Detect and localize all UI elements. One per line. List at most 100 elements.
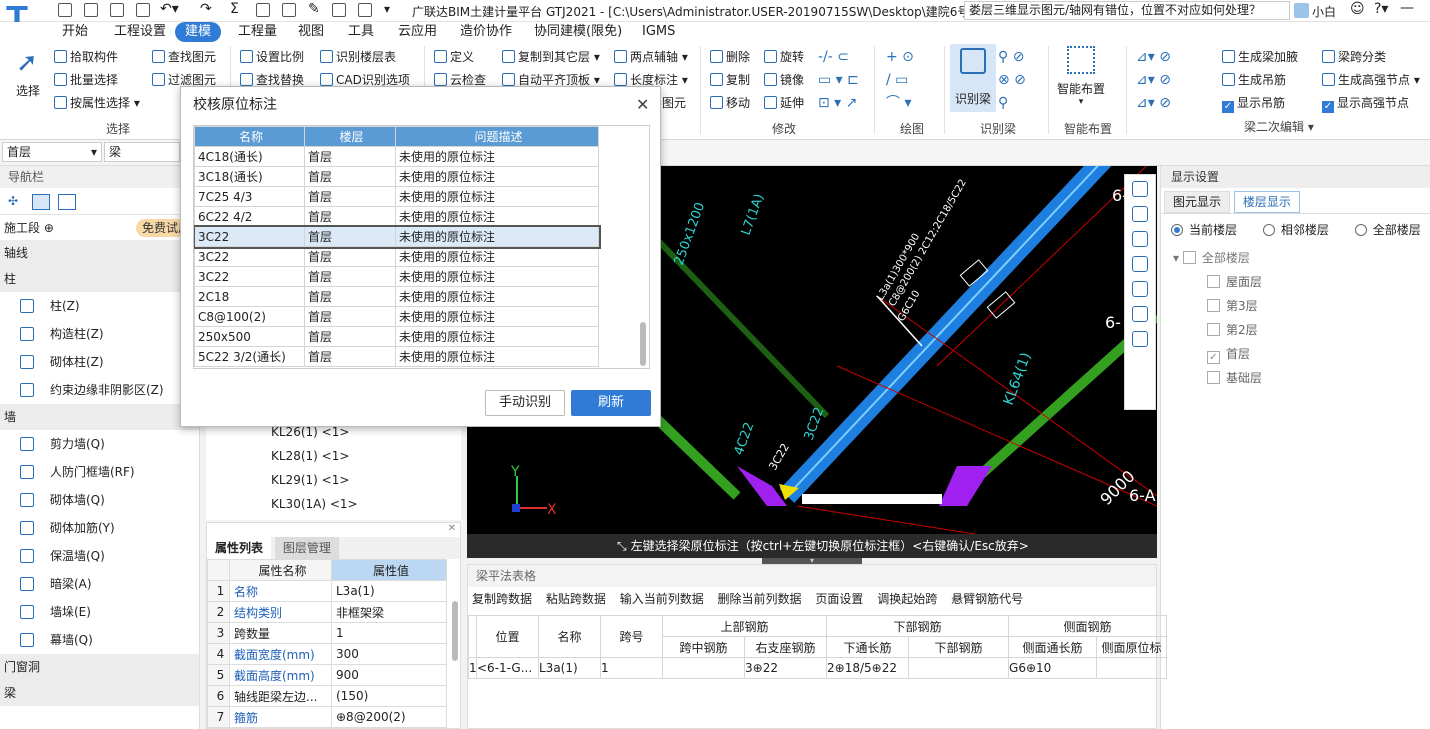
define-button[interactable]: 定义 (434, 48, 474, 65)
detail-view-icon[interactable] (57, 193, 76, 210)
menu-project-settings[interactable]: 工程设置 (104, 22, 176, 42)
table-row[interactable]: 250x500 首层 未使用的原位标注 (194, 326, 599, 347)
menu-collab-modeling[interactable]: 协同建模(限免) (524, 22, 632, 42)
nav-category-wall[interactable]: 墙 (0, 404, 199, 430)
radio-all-floors[interactable]: 全部楼层 (1354, 223, 1421, 237)
nav-item-column[interactable]: 柱(Z) (0, 292, 199, 320)
refresh-button[interactable]: 刷新 (571, 390, 651, 416)
floor-checkbox-item[interactable]: 第2层 (1161, 318, 1430, 342)
select-button[interactable]: 选择 (16, 82, 40, 99)
draw-tools-icons[interactable]: + ⊙ / ▭ ⌒ ▾ (886, 46, 914, 115)
floor-checkbox-item[interactable]: ✓ 首层 (1161, 342, 1430, 366)
floor-checkbox-item[interactable]: 第3层 (1161, 294, 1430, 318)
menu-cost-collab[interactable]: 造价协作 (450, 22, 522, 42)
help-search-box[interactable]: 娄层三维显示图元/轴网有错位，位置不对应如何处理？ (964, 1, 1290, 20)
beam-tools-icons[interactable]: ⚲ ⊘ ⊗ ⊘ ⚲ (998, 46, 1026, 115)
nav-item-civil-defense-wall[interactable]: 人防门框墙(RF) (0, 458, 199, 486)
recognize-beam-button[interactable]: 识别梁 (950, 44, 996, 112)
table-row[interactable]: 1 <6-1-G... L3a(1) 1 3⊕22 2⊕18/5⊕22 G6⊕1… (468, 657, 1168, 679)
nav-item-insulation-wall[interactable]: 保温墙(Q) (0, 542, 199, 570)
table-row[interactable]: 3C22 首层 未使用的原位标注 (194, 266, 599, 287)
copy-button[interactable]: 复制 (710, 71, 750, 88)
table-row[interactable]: 6 轴线距梁左边... (150) (207, 685, 447, 707)
swap-span-button[interactable]: 调换起始跨 (877, 592, 937, 606)
close-icon[interactable]: ✕ (207, 523, 460, 537)
extend-button[interactable]: 延伸 (764, 94, 804, 111)
tree-item[interactable]: KL28(1) <1> (206, 444, 461, 468)
beam-edit-group-label[interactable]: 梁二次编辑 ▾ (1244, 118, 1314, 135)
nav-item-shear-wall[interactable]: 剪力墙(Q) (0, 430, 199, 458)
floor-checkbox-item[interactable]: 屋面层 (1161, 270, 1430, 294)
menu-igms[interactable]: IGMS (632, 22, 685, 42)
copy-span-button[interactable]: 复制跨数据 (472, 592, 532, 606)
tree-item[interactable]: KL30(1A) <1> (206, 492, 461, 516)
rotate-button[interactable]: 旋转 (764, 48, 804, 65)
input-column-button[interactable]: 输入当前列数据 (620, 592, 704, 606)
nav-category-column[interactable]: 柱 (0, 266, 199, 292)
recognize-floor-table-button[interactable]: 识别楼层表 (320, 48, 396, 65)
nav-item-masonry-column[interactable]: 砌体柱(Z) (0, 348, 199, 376)
span-classify-button[interactable]: 梁跨分类 (1322, 48, 1386, 65)
nav-category-axis[interactable]: 轴线 (0, 240, 199, 266)
table-row[interactable]: 2 结构类别 非框架梁 (207, 601, 447, 623)
table-row[interactable]: 3C22 首层 未使用的原位标注 (194, 246, 599, 267)
orbit-icon[interactable] (1132, 181, 1148, 197)
menu-view[interactable]: 视图 (288, 22, 334, 42)
fullscreen-icon[interactable] (1132, 281, 1148, 297)
select-by-attr-button[interactable]: 按属性选择 ▾ (54, 94, 140, 111)
box-select-icon[interactable] (1132, 306, 1148, 322)
nav-item-masonry-wall[interactable]: 砌体墙(Q) (0, 486, 199, 514)
help-icon[interactable]: ?▾ (1374, 1, 1388, 17)
menu-quantity[interactable]: 工程量 (228, 22, 287, 42)
table-row[interactable]: 5 截面高度(mm) 900 (207, 664, 447, 686)
checkbox-icon[interactable] (1207, 371, 1220, 384)
menu-cloud[interactable]: 云应用 (388, 22, 447, 42)
construction-stage[interactable]: 施工段 ⊕ 免费试用 (0, 214, 199, 240)
checkbox-icon[interactable]: ✓ (1207, 351, 1220, 364)
close-icon[interactable]: ✕ (636, 95, 649, 114)
nav-category-beam[interactable]: 梁 (0, 680, 199, 706)
nav-item-masonry-rebar[interactable]: 砌体加筋(Y) (0, 514, 199, 542)
nav-item-wall-pier[interactable]: 墙垛(E) (0, 598, 199, 626)
pen-icon[interactable]: ✎ (308, 1, 320, 17)
delete-button[interactable]: 删除 (710, 48, 750, 65)
user-name[interactable]: 小白 (1312, 3, 1336, 20)
minimize-icon[interactable]: — (1400, 0, 1414, 16)
report-icon[interactable] (256, 3, 270, 17)
tab-floor-display[interactable]: 楼层显示 (1233, 191, 1300, 213)
checkbox-icon[interactable] (1207, 323, 1220, 336)
dialog-scrollbar[interactable] (640, 322, 646, 366)
undo-icon[interactable]: ↶▾ (160, 1, 179, 17)
cantilever-code-button[interactable]: 悬臂钢筋代号 (951, 592, 1023, 606)
message-icon[interactable]: ☺ (1350, 1, 1365, 17)
table-row[interactable]: C8@100(2) 首层 未使用的原位标注 (194, 306, 599, 327)
props-scrollbar[interactable] (452, 601, 458, 661)
table-row[interactable]: 7 箍筋 ⊕8@200(2) (207, 706, 447, 728)
find-element-button[interactable]: 查找图元 (152, 48, 216, 65)
3d-view-icon[interactable] (1132, 206, 1148, 222)
table-row[interactable]: 4 截面宽度(mm) 300 (207, 643, 447, 665)
checkbox-icon[interactable] (1207, 275, 1220, 288)
export-icon[interactable] (332, 3, 346, 17)
move-button[interactable]: 移动 (710, 94, 750, 111)
tab-props[interactable]: 属性列表 (207, 537, 272, 559)
table-row[interactable]: 5C22 3/2(通长) 首层 未使用的原位标注 (194, 346, 599, 367)
nav-category-openings[interactable]: 门窗洞 (0, 654, 199, 680)
sum-icon[interactable]: Σ (230, 1, 239, 17)
open-icon[interactable] (110, 3, 124, 17)
manual-recognize-button[interactable]: 手动识别 (485, 390, 565, 416)
two-point-axis-button[interactable]: 两点辅轴 ▾ (614, 48, 688, 65)
show-hanger-checkbox[interactable]: ✓ 显示吊筋 (1222, 94, 1285, 113)
table-row[interactable]: 3C18(通长) 首层 未使用的原位标注 (194, 166, 599, 187)
table-icon[interactable] (282, 3, 296, 17)
nav-item-hidden-beam[interactable]: 暗梁(A) (0, 570, 199, 598)
set-scale-button[interactable]: 设置比例 (240, 48, 304, 65)
new-file-icon[interactable] (58, 3, 72, 17)
show-hs-node-checkbox[interactable]: ✓ 显示高强节点 (1322, 94, 1409, 113)
table-row[interactable]: 4C18(通长) 首层 未使用的原位标注 (194, 146, 599, 167)
redo-icon[interactable]: ↷ (200, 1, 212, 17)
page-setup-button[interactable]: 页面设置 (815, 592, 863, 606)
nav-view-toggle[interactable]: ✣ (0, 188, 199, 214)
save-icon[interactable] (136, 3, 150, 17)
gen-haunch-button[interactable]: 生成梁加腋 (1222, 48, 1298, 65)
